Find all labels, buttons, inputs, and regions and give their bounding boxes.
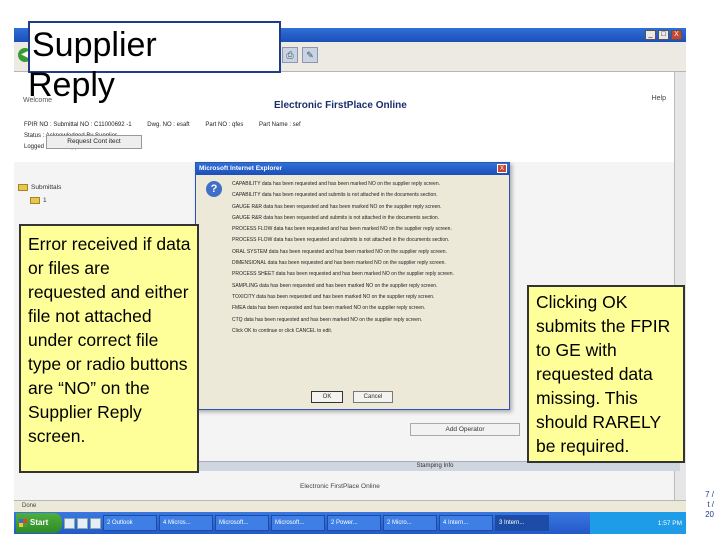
- dialog-title: Microsoft Internet Explorer: [199, 165, 283, 172]
- taskbar-item-active[interactable]: 3 Intern...: [495, 515, 549, 531]
- error-explanation-callout: Error received if data or files are requ…: [19, 224, 199, 473]
- taskbar-item[interactable]: 2 Micro...: [383, 515, 437, 531]
- taskbar-item[interactable]: 2 Outlook: [103, 515, 157, 531]
- drawing-number: Dwg. NO : esaft: [147, 122, 190, 128]
- ok-button[interactable]: OK: [311, 391, 343, 403]
- taskbar-item[interactable]: 2 Power...: [327, 515, 381, 531]
- dialog-titlebar: Microsoft Internet Explorer X: [196, 163, 509, 175]
- add-operator-button[interactable]: Add Operator: [410, 423, 520, 436]
- help-link[interactable]: Help: [652, 95, 666, 102]
- dialog-message-line: FMEA data has been requested and has bee…: [232, 305, 426, 312]
- submittal-number: FPIR NO : Submittal NO : C11000692 -1: [24, 122, 132, 128]
- window-controls: _ □ X: [645, 30, 682, 40]
- dialog-message-line: DIMENSIONAL data has been requested and …: [232, 260, 446, 267]
- ok-explanation-callout: Clicking OK submits the FPIR to GE with …: [527, 285, 685, 463]
- dialog-message-line: CAPABILITY data has been requested and h…: [232, 181, 440, 187]
- cancel-button[interactable]: Cancel: [353, 391, 393, 403]
- app-title: Electronic FirstPlace Online: [274, 100, 407, 111]
- question-icon: ?: [206, 181, 222, 197]
- taskbar-item[interactable]: Microsoft...: [215, 515, 269, 531]
- slide-number: 7 / t / 20: [688, 490, 714, 520]
- part-number: Part NO : qfes: [205, 122, 244, 128]
- tree-item-1[interactable]: 1: [30, 197, 134, 204]
- dialog-close-button[interactable]: X: [497, 164, 507, 173]
- quick-launch-icon[interactable]: [64, 517, 75, 529]
- dialog-message-line: PROCESS FLOW data has been requested and…: [232, 237, 450, 244]
- minimize-button[interactable]: _: [645, 30, 656, 40]
- slide-title-line1: Supplier: [32, 26, 157, 64]
- clock: 1:57 PM: [657, 519, 682, 527]
- taskbar-item[interactable]: 4 Micros...: [159, 515, 213, 531]
- quick-launch-icon[interactable]: [77, 517, 88, 529]
- slide-number-line: 20: [705, 510, 714, 519]
- dialog-message-line: TOXICITY data has been requested and has…: [232, 293, 435, 300]
- dialog-message: CAPABILITY data has been requested and h…: [232, 179, 506, 337]
- fpir-info-row: FPIR NO : Submittal NO : C11000692 -1 Dw…: [24, 122, 315, 128]
- request-button[interactable]: Request Cont itect: [46, 135, 142, 149]
- dialog-message-line: GAUGE R&R data has been requested and ha…: [232, 203, 442, 210]
- print-icon[interactable]: ⎙: [282, 47, 298, 63]
- dialog-message-line: CTQ data has been requested and has been…: [232, 316, 423, 323]
- dialog-message-line: CAPABILITY data has been requested and s…: [232, 192, 438, 199]
- edit-icon[interactable]: ✎: [302, 47, 318, 63]
- tree-item-submittals[interactable]: Submittals: [18, 184, 134, 191]
- dialog-message-line: GAUGE R&R data has been requested and su…: [232, 214, 440, 221]
- slide-number-line: t /: [707, 500, 714, 509]
- start-button[interactable]: Start: [16, 513, 62, 533]
- part-name: Part Name : sef: [259, 122, 301, 128]
- folder-icon: [30, 197, 40, 205]
- dialog-message-line: ORAL SYSTEM data has been requested and …: [232, 248, 447, 255]
- close-button[interactable]: X: [671, 30, 682, 40]
- alert-dialog: Microsoft Internet Explorer X ? CAPABILI…: [195, 162, 510, 410]
- footer-title: Electronic FirstPlace Online: [300, 483, 380, 490]
- dialog-message-line: PROCESS SHEET data has been requested an…: [232, 271, 454, 278]
- taskbar-item[interactable]: 4 Intern...: [439, 515, 493, 531]
- dialog-message-line: PROCESS FLOW data has been requested and…: [232, 226, 452, 233]
- system-tray: 1:57 PM: [590, 512, 686, 534]
- maximize-button[interactable]: □: [658, 30, 669, 40]
- slide-number-line: 7 /: [705, 490, 714, 499]
- windows-taskbar: Start 2 Outlook 4 Micros... Microsoft...…: [14, 512, 686, 534]
- browser-status-bar: Done: [14, 500, 686, 512]
- taskbar-item[interactable]: Microsoft...: [271, 515, 325, 531]
- quick-launch-icon[interactable]: [90, 517, 101, 529]
- slide-title-line2: Reply: [28, 66, 115, 104]
- dialog-message-line: SAMPLING data has been requested and has…: [232, 282, 438, 289]
- folder-icon: [18, 184, 28, 191]
- dialog-message-line: Click OK to continue or click CANCEL to …: [232, 327, 333, 334]
